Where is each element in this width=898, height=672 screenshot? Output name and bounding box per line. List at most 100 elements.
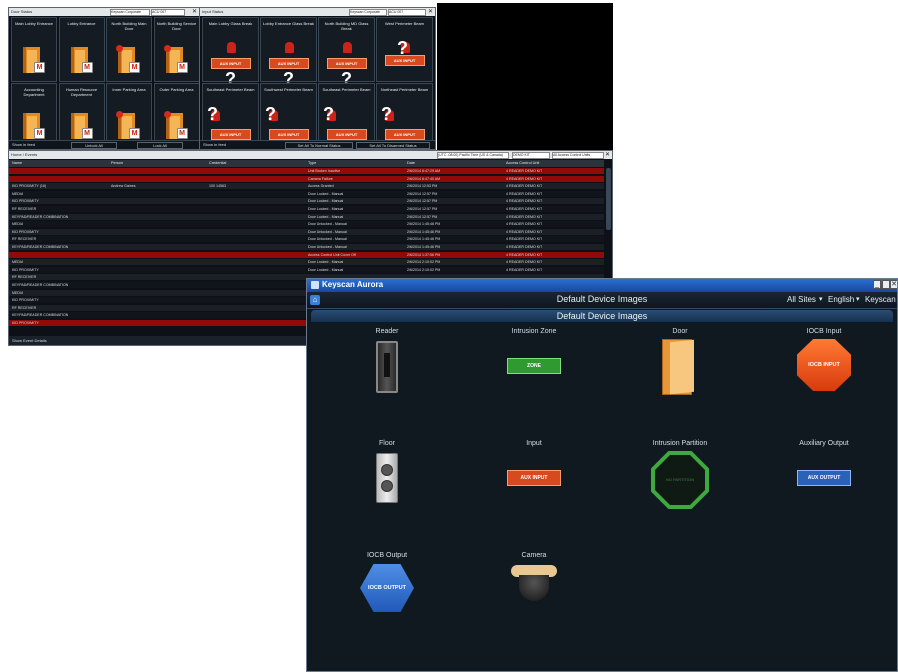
aux-input-button[interactable]: AUX INPUT xyxy=(210,129,251,140)
table-cell: Door Unlocked - Manual xyxy=(308,222,347,227)
input-tile[interactable]: Southeast Perimeter Beam AUX INPUT? xyxy=(318,83,375,148)
set-all-disarmed-button[interactable]: Set All To Disarmed Status xyxy=(356,142,430,149)
lock-all-button[interactable]: Lock All xyxy=(137,142,183,149)
table-row[interactable]: KEYPAD/READER COMBINATION Door Locked - M… xyxy=(9,213,604,220)
table-row[interactable]: KID PROXIMITY Door Locked - Manual 2/6/201… xyxy=(9,198,604,205)
aux-input-button[interactable]: AUX INPUT xyxy=(507,470,561,486)
input-tile[interactable]: Southeast Perimeter Beam AUX INPUT? xyxy=(202,83,259,148)
table-row[interactable]: MEDIA Door Locked - Manual 2/6/2014 2:10:0… xyxy=(9,259,604,266)
acu-filter-combo[interactable]: All Access Control Units xyxy=(552,152,604,159)
device-iocb-input[interactable]: IOCB Input IOCB INPUT xyxy=(774,328,874,391)
door-tile[interactable]: Lobby Entrance M xyxy=(58,17,105,82)
device-intrusion-zone[interactable]: Intrusion Zone ZONE xyxy=(484,328,584,374)
table-cell: 2/6/2014 6:47:40 AM xyxy=(407,176,441,181)
aux-input-button[interactable]: AUX INPUT xyxy=(268,129,309,140)
input-tile[interactable]: Southwest Perimeter Beam AUX INPUT? xyxy=(260,83,317,148)
table-row[interactable]: MEDIA Door Locked - Manual 2/6/2014 12:57 … xyxy=(9,190,604,197)
device-input[interactable]: Input AUX INPUT xyxy=(484,440,584,486)
question-icon: ? xyxy=(323,104,334,124)
column-header[interactable]: Credential xyxy=(209,160,226,167)
acu-combo[interactable]: ACU 007 xyxy=(151,9,185,16)
set-all-normal-button[interactable]: Set All To Normal Status xyxy=(285,142,353,149)
show-event-details-checkbox[interactable]: Show Event Details xyxy=(12,338,47,343)
device-floor[interactable]: Floor xyxy=(337,440,437,503)
language-dropdown[interactable]: English xyxy=(828,295,854,304)
table-row[interactable]: Unit Broken Inactive 2/6/2014 6:47:29 AM 4… xyxy=(9,168,604,174)
table-row[interactable]: KEYPAD/READER COMBINATION Door Unlocked -… xyxy=(9,244,604,250)
site-combo[interactable]: Keyscan Corporate xyxy=(349,9,387,16)
events-titlebar: Home / Events (UTC -08:00) Pacific Time … xyxy=(9,151,612,159)
close-button[interactable]: ✕ xyxy=(890,280,897,289)
zone-button[interactable]: ZONE xyxy=(507,358,561,374)
close-icon[interactable]: ✕ xyxy=(428,8,433,15)
sites-dropdown[interactable]: All Sites xyxy=(787,295,816,304)
door-tile[interactable]: Accounting Department M xyxy=(11,83,57,148)
column-header[interactable]: Date xyxy=(407,160,415,167)
table-cell: KID PROXIMITY xyxy=(12,229,39,234)
table-row[interactable]: RF RECEIVER Door Locked - Manual 2/6/2014 … xyxy=(9,206,604,212)
acu-combo[interactable]: ACU 007 xyxy=(388,9,426,16)
maximize-button[interactable] xyxy=(882,280,890,289)
show-in-feed-checkbox[interactable]: Show in feed xyxy=(12,142,35,147)
table-cell: 2/6/2014 12:53 PM xyxy=(407,184,438,189)
aux-input-button[interactable]: AUX INPUT xyxy=(326,129,367,140)
close-icon[interactable]: ✕ xyxy=(605,151,610,158)
device-door[interactable]: Door xyxy=(630,328,730,395)
table-cell: 4 READER DEMO KIT xyxy=(506,184,543,189)
table-cell: KEYPAD/READER COMBINATION xyxy=(12,214,69,219)
input-tile[interactable]: Main Lobby Glass Break AUX INPUT? xyxy=(202,17,259,88)
device-camera[interactable]: Camera xyxy=(484,552,584,603)
device-iocb-output[interactable]: IOCB Output IOCB OUTPUT xyxy=(337,552,437,612)
table-row[interactable]: KID PROXIMITY Door Locked - Manual 2/6/201… xyxy=(9,266,604,273)
table-row[interactable]: KID PROXIMITY (16) Andrew Gaines 100 14563… xyxy=(9,183,604,190)
table-cell: MEDIA xyxy=(12,260,24,265)
unlock-all-button[interactable]: Unlock All xyxy=(71,142,117,149)
door-icon xyxy=(662,339,698,395)
aux-input-button[interactable]: AUX INPUT xyxy=(268,58,309,69)
column-header[interactable]: Name xyxy=(12,160,22,167)
table-row[interactable]: RF RECEIVER Door Unlocked - Manual 2/6/201… xyxy=(9,236,604,243)
input-tile[interactable]: North Building MD Glass Break AUX INPUT? xyxy=(318,17,375,88)
column-header[interactable]: Person xyxy=(111,160,123,167)
door-tile[interactable]: Inner Parking Area M xyxy=(106,83,152,148)
table-row[interactable]: Access Control Unit Cover Off 2/6/2014 1:… xyxy=(9,251,604,258)
input-tile[interactable]: Northeast Perimeter Beam AUX INPUT? xyxy=(376,83,433,148)
chevron-down-icon: ▾ xyxy=(856,296,860,303)
door-tile[interactable]: North Building Main Door M xyxy=(106,17,152,82)
door-tile[interactable]: Human Resource Department M xyxy=(58,83,105,148)
aux-output-button[interactable]: AUX OUTPUT xyxy=(797,470,851,486)
input-tile-label: Southeast Perimeter Beam xyxy=(322,87,371,92)
timezone-combo[interactable]: (UTC -08:00) Pacific Time (US & Canada) xyxy=(437,152,509,159)
scrollbar[interactable] xyxy=(606,168,611,230)
table-cell: Door Unlocked - Manual xyxy=(308,237,347,242)
table-row[interactable]: MEDIA Door Unlocked - Manual 2/6/2014 1:45… xyxy=(9,221,604,228)
table-row[interactable]: KID PROXIMITY Door Unlocked - Manual 2/6/2… xyxy=(9,228,604,235)
device-intrusion-partition[interactable]: Intrusion Partition NO PARTITION xyxy=(630,440,730,509)
door-tile[interactable]: Main Lobby Entrance M xyxy=(11,17,57,82)
table-cell: KEYPAD/READER COMBINATION xyxy=(12,245,69,249)
door-tile[interactable]: Outer Parking Area M xyxy=(153,83,199,148)
site-combo[interactable]: Keyscan Corporate xyxy=(110,9,150,16)
kit-combo[interactable]: DEMO KIT xyxy=(512,152,550,159)
table-cell: Door Locked - Manual xyxy=(308,199,344,204)
device-name: IOCB Output xyxy=(366,552,408,559)
table-cell: 2/6/2014 12:57 PM xyxy=(407,191,438,196)
device-auxiliary-output[interactable]: Auxiliary Output AUX OUTPUT xyxy=(774,440,874,486)
door-tile[interactable]: North Building Service Door M xyxy=(153,17,199,82)
show-in-feed-checkbox[interactable]: Show in feed xyxy=(203,142,226,147)
aux-input-button[interactable]: AUX INPUT xyxy=(384,129,425,140)
aux-input-button[interactable]: AUX INPUT xyxy=(210,58,251,69)
table-row[interactable]: Camera Failure 2/6/2014 6:47:40 AM 4 READE… xyxy=(9,175,604,182)
siren-icon xyxy=(343,42,352,53)
user-menu[interactable]: Keyscan xyxy=(865,295,896,304)
close-icon[interactable]: ✕ xyxy=(192,8,197,15)
column-header[interactable]: Type xyxy=(308,160,316,167)
door-icon: M xyxy=(70,47,93,73)
door-tile-label: Inner Parking Area xyxy=(112,87,146,92)
aux-input-button[interactable]: AUX INPUT xyxy=(326,58,367,69)
device-reader[interactable]: Reader xyxy=(337,328,437,393)
input-tile[interactable]: West Perimeter Beam AUX INPUT? xyxy=(376,17,433,82)
minimize-button[interactable]: _ xyxy=(873,280,881,289)
input-tile[interactable]: Lobby Entrance Glass Break AUX INPUT? xyxy=(260,17,317,88)
column-header[interactable]: Access Control Unit xyxy=(506,160,539,167)
